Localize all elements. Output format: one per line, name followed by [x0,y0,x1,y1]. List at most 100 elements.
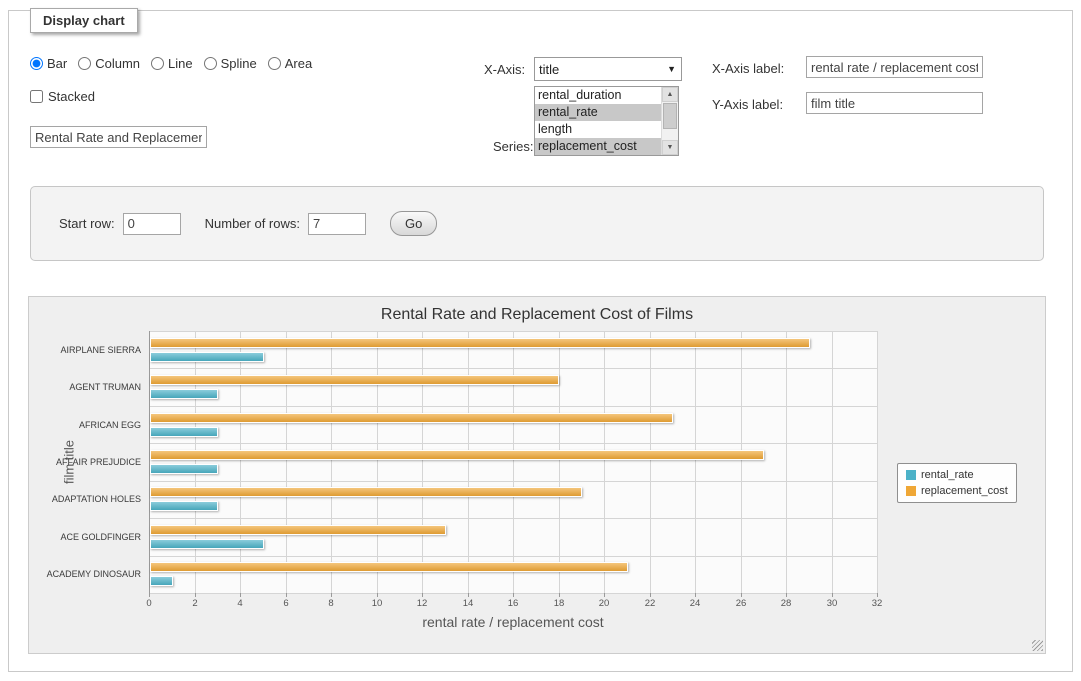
chart-type-label: Bar [47,56,67,71]
bar-replacement_cost[interactable] [150,413,673,423]
bar-replacement_cost[interactable] [150,375,559,385]
gridline [150,406,877,407]
bar-rental_rate[interactable] [150,352,264,362]
x-tick-mark [149,593,150,597]
y-axis-label-input[interactable] [806,92,983,114]
bar-replacement_cost[interactable] [150,487,582,497]
bar-replacement_cost[interactable] [150,562,628,572]
chart-type-radios: Bar Column Line Spline Area [30,56,312,71]
x-axis-label-input[interactable] [806,56,983,78]
num-rows-label: Number of rows: [205,216,300,231]
chart-type-radio-area[interactable] [268,57,281,70]
bar-replacement_cost[interactable] [150,450,764,460]
x-tick-mark [650,593,651,597]
category-label: AIRPLANE SIERRA [29,345,141,355]
chart-type-radio-column[interactable] [78,57,91,70]
x-tick-label: 14 [463,598,474,609]
series-option-rental_rate[interactable]: rental_rate [535,104,661,121]
stacked-option[interactable]: Stacked [30,89,95,104]
legend-item-replacement_cost[interactable]: replacement_cost [906,485,1008,497]
x-tick-mark [832,593,833,597]
chart-type-column[interactable]: Column [78,56,140,71]
num-rows-input[interactable] [308,213,366,235]
legend-swatch [906,470,916,480]
series-option-rental_duration[interactable]: rental_duration [535,87,661,104]
gridline [331,331,332,593]
bar-rental_rate[interactable] [150,389,218,399]
stacked-label: Stacked [48,89,95,104]
gridline [786,331,787,593]
bar-rental_rate[interactable] [150,539,264,549]
chart-type-radio-spline[interactable] [204,57,217,70]
series-option-length[interactable]: length [535,121,661,138]
gridline [832,331,833,593]
x-tick-mark [195,593,196,597]
chart-type-label: Spline [221,56,257,71]
chart-title-input[interactable] [30,126,207,148]
gridline [240,331,241,593]
gridline [877,331,878,593]
series-scrollbar: ▲ ▼ [661,87,678,155]
category-label: ADAPTATION HOLES [29,494,141,504]
series-multiselect[interactable]: rental_durationrental_ratelengthreplacem… [534,86,679,156]
x-tick-label: 24 [690,598,701,609]
scroll-down-icon[interactable]: ▼ [662,140,678,155]
chart-container: Rental Rate and Replacement Cost of Film… [28,296,1046,654]
bar-rental_rate[interactable] [150,464,218,474]
start-row-input[interactable] [123,213,181,235]
legend-swatch [906,486,916,496]
category-label: AFFAIR PREJUDICE [29,457,141,467]
scrollbar-thumb[interactable] [663,103,677,129]
gridline [377,331,378,593]
go-button[interactable]: Go [390,211,437,236]
bar-replacement_cost[interactable] [150,525,446,535]
series-options: rental_durationrental_ratelengthreplacem… [535,87,661,155]
chart-type-label: Column [95,56,140,71]
plot-area [149,331,877,593]
chart-type-radio-bar[interactable] [30,57,43,70]
category-label: ACADEMY DINOSAUR [29,569,141,579]
x-tick-label: 2 [192,598,197,609]
gridline [150,368,877,369]
x-tick-label: 4 [237,598,242,609]
category-label: AFRICAN EGG [29,420,141,430]
page: Display chart BarColumnLineSplineArea St… [0,0,1081,681]
stacked-checkbox[interactable] [30,90,43,103]
scroll-up-icon[interactable]: ▲ [662,87,678,102]
bar-replacement_cost[interactable] [150,338,810,348]
gridline [695,331,696,593]
scrollbar-track[interactable] [662,130,678,140]
chart-type-line[interactable]: Line [151,56,193,71]
chart-type-bar[interactable]: Bar [30,56,67,71]
row-controls: Start row: Number of rows: Go [59,187,437,260]
resize-handle-icon[interactable] [1032,640,1043,651]
y-axis-label-label: Y-Axis label: [712,97,783,112]
legend-label: replacement_cost [921,485,1008,497]
chart-legend: rental_rate replacement_cost [897,463,1017,503]
x-tick-label: 8 [328,598,333,609]
chart-type-area[interactable]: Area [268,56,312,71]
x-tick-label: 20 [599,598,610,609]
chart-title: Rental Rate and Replacement Cost of Film… [29,306,1045,324]
x-tick-mark [877,593,878,597]
bar-rental_rate[interactable] [150,501,218,511]
x-tick-label: 26 [736,598,747,609]
x-axis-select-wrap: title ▼ [534,57,682,81]
category-label: AGENT TRUMAN [29,382,141,392]
x-tick-mark [422,593,423,597]
x-tick-mark [786,593,787,597]
gridline [559,331,560,593]
start-row-label: Start row: [59,216,115,231]
x-tick-label: 28 [781,598,792,609]
bar-rental_rate[interactable] [150,427,218,437]
gridline [286,331,287,593]
legend-item-rental_rate[interactable]: rental_rate [906,469,1008,481]
bar-rental_rate[interactable] [150,576,173,586]
gridline [513,331,514,593]
x-axis-select[interactable]: title [534,57,682,81]
chart-type-radio-line[interactable] [151,57,164,70]
chart-type-spline[interactable]: Spline [204,56,257,71]
series-option-replacement_cost[interactable]: replacement_cost [535,138,661,155]
chart-type-label: Line [168,56,193,71]
x-tick-mark [377,593,378,597]
